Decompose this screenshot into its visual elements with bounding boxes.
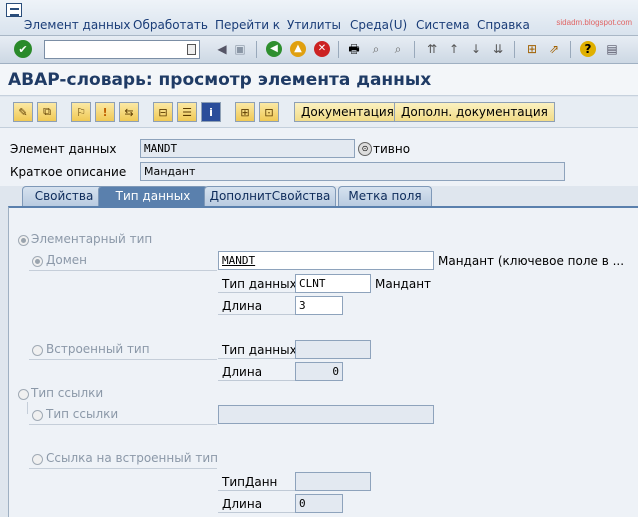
exit-icon[interactable]: ▲ <box>290 41 306 57</box>
builtin-type-label: Встроенный тип <box>46 342 150 356</box>
menu-item-help[interactable]: Справка <box>477 18 530 32</box>
short-desc-field[interactable]: Мандант <box>140 162 565 181</box>
ref-type-field[interactable] <box>218 405 434 424</box>
data-type-panel: Элементарный тип Домен MANDT Мандант (кл… <box>8 206 638 517</box>
divider <box>29 270 217 271</box>
domain-radio[interactable] <box>32 256 43 267</box>
ref-dtype-field[interactable] <box>295 472 371 491</box>
menu-item-environment[interactable]: Среда(U) <box>350 18 407 32</box>
ref-type-sub-radio[interactable] <box>32 410 43 421</box>
previous-page-icon[interactable]: ↑ <box>446 41 462 57</box>
tab-strip: Свойства Тип данных ДополнитСвойства Мет… <box>0 186 638 206</box>
standard-toolbar: ✔ ◀ ▣ ◀ ▲ ✕ 🖶 ⌕ ⌕ ⇈ ↑ ↓ ⇊ ⊞ ⇗ ? ▤ <box>0 36 638 64</box>
find-icon[interactable]: ⌕ <box>368 41 384 57</box>
customize-layout-icon[interactable]: ▤ <box>604 41 620 57</box>
elementary-type-label: Элементарный тип <box>31 232 153 246</box>
shortcut-icon[interactable]: ⇗ <box>546 41 562 57</box>
enter-icon[interactable]: ✔ <box>14 40 32 58</box>
ref-dtype-label-box <box>218 472 296 491</box>
page-title: ABAP-словарь: просмотр элемента данных <box>8 70 432 90</box>
ref-type-radio[interactable] <box>18 389 29 400</box>
print-icon[interactable]: 🖶 <box>346 41 362 57</box>
menu-item-goto[interactable]: Перейти к <box>215 18 280 32</box>
ref-length-field[interactable]: 0 <box>295 494 343 513</box>
navigation-window-icon[interactable]: ⊞ <box>235 102 255 122</box>
menu-item-data-element[interactable]: Элемент данных <box>24 18 130 32</box>
domain-description: Мандант (ключевое поле в ... <box>438 254 625 268</box>
divider <box>29 468 217 469</box>
tab-additional-properties[interactable]: ДополнитСвойства <box>204 186 336 206</box>
info-icon[interactable]: i <box>201 102 221 122</box>
display-object-list-icon[interactable]: ⊡ <box>259 102 279 122</box>
builtin-dtype-field[interactable] <box>295 340 371 359</box>
help-icon[interactable]: ? <box>580 41 596 57</box>
builtin-type-radio[interactable] <box>32 345 43 356</box>
element-field[interactable]: MANDT <box>140 139 355 158</box>
tab-data-type[interactable]: Тип данных <box>98 186 208 206</box>
separator <box>514 41 515 58</box>
find-next-icon[interactable]: ⌕ <box>390 41 406 57</box>
ref-length-label-box <box>218 494 296 513</box>
menu-item-system[interactable]: Система <box>416 18 470 32</box>
activate-icon[interactable]: ǃ <box>95 102 115 122</box>
length-field[interactable]: 3 <box>295 296 343 315</box>
divider <box>27 402 28 414</box>
where-used-icon[interactable]: ⇆ <box>119 102 139 122</box>
next-page-icon[interactable]: ↓ <box>468 41 484 57</box>
dtype-label-box <box>218 274 296 293</box>
divider <box>29 359 217 360</box>
first-page-icon[interactable]: ⇈ <box>424 41 440 57</box>
tab-properties[interactable]: Свойства <box>22 186 106 206</box>
ref-builtin-radio[interactable] <box>32 454 43 465</box>
display-change-icon[interactable]: ✎ <box>13 102 33 122</box>
menu-item-edit[interactable]: Обработать <box>133 18 208 32</box>
status-icon: ⊙ <box>358 142 372 156</box>
save-icon[interactable]: ▣ <box>232 41 248 57</box>
check-icon[interactable]: ⚐ <box>71 102 91 122</box>
ref-builtin-label: Ссылка на встроенный тип <box>46 451 218 465</box>
separator <box>414 41 415 58</box>
title-bar: ABAP-словарь: просмотр элемента данных <box>0 64 638 96</box>
additional-documentation-button[interactable]: Дополн. документация <box>394 102 555 122</box>
element-status: тивно <box>373 142 411 156</box>
sap-menu-icon[interactable] <box>6 3 22 17</box>
create-session-icon[interactable]: ⊞ <box>524 41 540 57</box>
dtype-description: Мандант <box>375 277 432 291</box>
last-page-icon[interactable]: ⇊ <box>490 41 506 57</box>
tab-field-label[interactable]: Метка поля <box>338 186 432 206</box>
watermark: sidadm.blogspot.com <box>556 18 632 27</box>
divider <box>29 424 217 425</box>
object-list-icon[interactable]: ☰ <box>177 102 197 122</box>
menu-item-utilities[interactable]: Утилиты <box>287 18 341 32</box>
back-triangle-icon[interactable]: ◀ <box>214 41 230 57</box>
builtin-length-field[interactable]: 0 <box>295 362 343 381</box>
elementary-type-radio[interactable] <box>18 235 29 246</box>
hierarchy-icon[interactable]: ⊟ <box>153 102 173 122</box>
ref-type-sub-label: Тип ссылки <box>46 407 119 421</box>
separator <box>256 41 257 58</box>
separator <box>570 41 571 58</box>
other-object-icon[interactable]: ⧉ <box>37 102 57 122</box>
element-label: Элемент данных <box>10 142 117 156</box>
cancel-icon[interactable]: ✕ <box>314 41 330 57</box>
documentation-button[interactable]: Документация <box>294 102 401 122</box>
domain-label: Домен <box>46 253 87 267</box>
short-desc-label: Краткое описание <box>10 165 127 179</box>
command-dropdown-icon[interactable] <box>187 44 196 55</box>
back-icon[interactable]: ◀ <box>266 41 282 57</box>
separator <box>338 41 339 58</box>
builtin-length-label-box <box>218 362 296 381</box>
header-fields: Элемент данных MANDT ⊙ тивно Краткое опи… <box>0 128 638 186</box>
dtype-field[interactable]: CLNT <box>295 274 371 293</box>
menu-bar: Элемент данных Обработать Перейти к Утил… <box>0 0 638 36</box>
length-label-box <box>218 296 296 315</box>
ref-type-label: Тип ссылки <box>31 386 104 400</box>
command-field[interactable] <box>44 40 200 59</box>
builtin-dtype-label-box <box>218 340 296 359</box>
application-toolbar: ✎ ⧉ ⚐ ǃ ⇆ ⊟ ☰ i ⊞ ⊡ Документация Дополн.… <box>0 97 638 128</box>
domain-field[interactable]: MANDT <box>218 251 434 270</box>
